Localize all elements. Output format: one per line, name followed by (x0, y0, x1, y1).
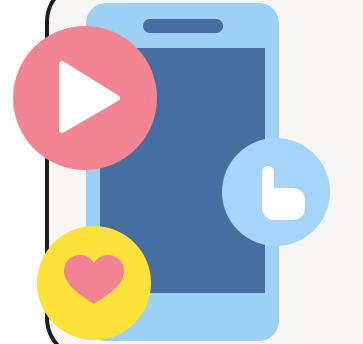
blogger-icon (222, 138, 330, 246)
heart-icon (37, 226, 151, 340)
social-media-illustration (13, 3, 330, 341)
phone-speaker-slot (143, 19, 223, 33)
illustration-canvas (0, 0, 363, 344)
play-icon (13, 26, 157, 170)
